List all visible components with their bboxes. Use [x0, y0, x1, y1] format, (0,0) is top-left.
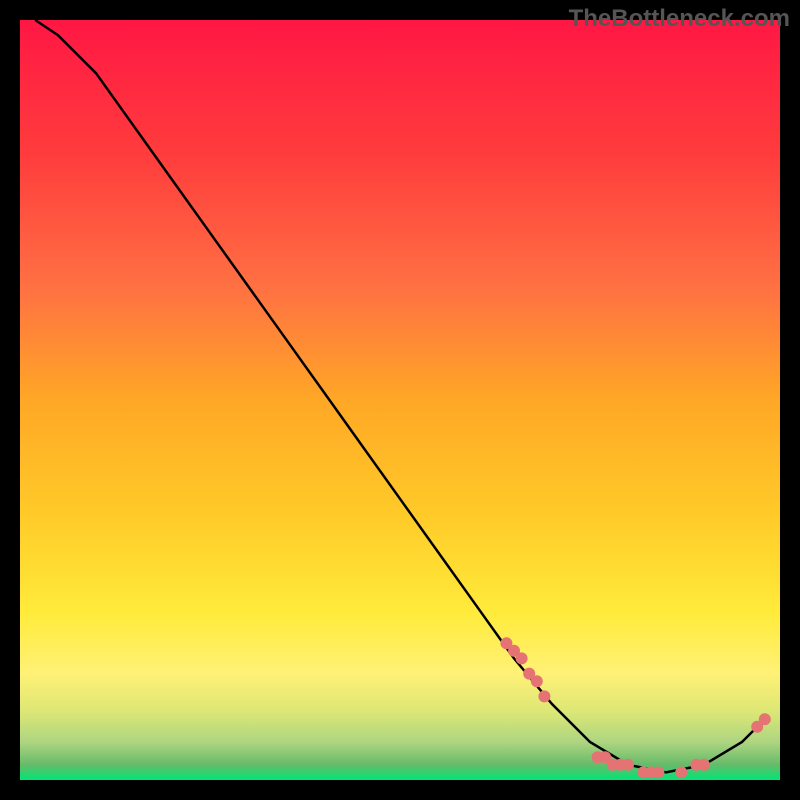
chart-svg: [0, 0, 800, 800]
data-point: [675, 766, 687, 778]
chart-container: [0, 0, 800, 800]
watermark-text: TheBottleneck.com: [569, 5, 790, 33]
gradient-background: [20, 20, 780, 780]
data-point: [652, 766, 664, 778]
data-point: [531, 675, 543, 687]
data-point: [759, 713, 771, 725]
data-point: [516, 652, 528, 664]
data-point: [698, 759, 710, 771]
data-point: [622, 759, 634, 771]
data-point: [538, 690, 550, 702]
